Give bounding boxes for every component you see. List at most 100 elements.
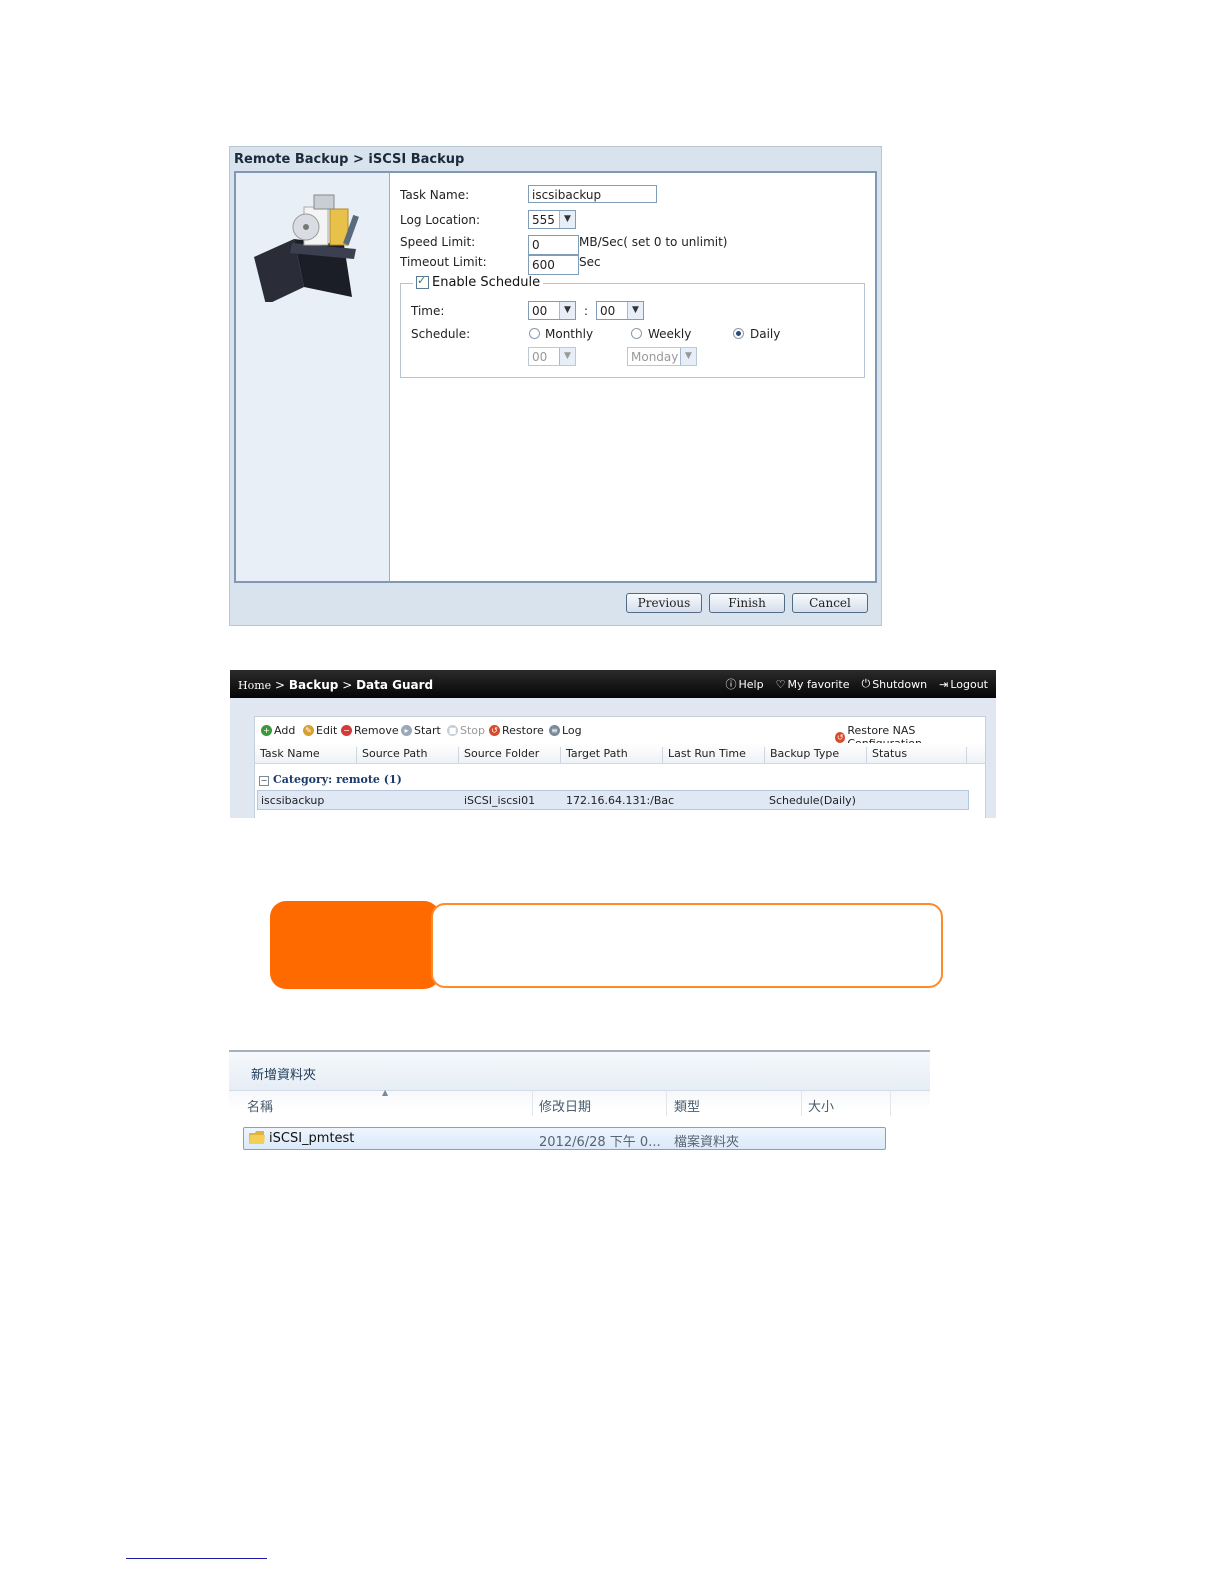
column-header[interactable]: Target Path bbox=[561, 747, 663, 763]
column-header[interactable]: Task Name bbox=[255, 747, 357, 763]
weekly-day-select[interactable]: Monday ▼ bbox=[627, 347, 697, 366]
wizard-form: Task Name: iscsibackup Log Location: 555… bbox=[390, 173, 875, 581]
monthly-day-value: 00 bbox=[532, 350, 548, 364]
column-divider bbox=[666, 1090, 667, 1116]
column-header[interactable]: Source Folder bbox=[459, 747, 561, 763]
chevron-down-icon: ▼ bbox=[559, 211, 575, 228]
column-header-type[interactable]: 類型 bbox=[674, 1096, 700, 1115]
power-icon: ⏻ bbox=[861, 677, 871, 690]
schedule-monthly-radio[interactable] bbox=[529, 328, 540, 339]
grid-header: Task Name Source Path Source Folder Targ… bbox=[255, 743, 985, 764]
file-explorer: 新增資料夾 ▲ 名稱 修改日期 類型 大小 iSCSI_pmtest 2012/… bbox=[229, 1050, 930, 1186]
previous-button[interactable]: Previous bbox=[626, 593, 702, 613]
category-group[interactable]: − Category: remote (1) bbox=[259, 773, 402, 786]
timeout-limit-label: Timeout Limit: bbox=[400, 255, 487, 269]
add-icon: + bbox=[261, 725, 272, 736]
logout-link[interactable]: ⇥ Logout bbox=[939, 676, 988, 692]
time-hour-value: 00 bbox=[532, 304, 548, 318]
stop-button[interactable]: ■ Stop bbox=[447, 724, 485, 737]
time-hour-select[interactable]: 00 ▼ bbox=[528, 301, 576, 320]
logout-icon: ⇥ bbox=[939, 677, 949, 691]
finish-button[interactable]: Finish bbox=[709, 593, 785, 613]
chevron-down-icon: ▼ bbox=[627, 302, 643, 319]
time-minute-value: 00 bbox=[600, 304, 616, 318]
collapse-icon[interactable]: − bbox=[259, 776, 269, 786]
log-button[interactable]: ≡ Log bbox=[549, 724, 582, 737]
speed-limit-input[interactable]: 0 bbox=[528, 235, 579, 255]
add-label: Add bbox=[274, 724, 296, 737]
column-header-size[interactable]: 大小 bbox=[808, 1096, 834, 1115]
file-type: 檔案資料夾 bbox=[674, 1135, 740, 1150]
speed-limit-label: Speed Limit: bbox=[400, 235, 476, 249]
edit-icon: ✎ bbox=[303, 725, 314, 736]
remote-backup-wizard: Remote Backup > iSCSI Backup Task Name: … bbox=[229, 146, 882, 626]
list-item[interactable]: iSCSI_pmtest 2012/6/28 下午 0... 檔案資料夾 bbox=[243, 1127, 886, 1150]
start-icon: ▸ bbox=[401, 725, 412, 736]
enable-schedule-toggle[interactable]: Enable Schedule bbox=[413, 274, 544, 290]
folder-icon bbox=[249, 1131, 265, 1144]
data-guard-panel: Home > Backup > Data Guard ⓘ Help ♡ My fav… bbox=[230, 670, 996, 818]
table-row[interactable]: iscsibackup iSCSI_iscsi01 172.16.64.131:… bbox=[257, 790, 969, 810]
wizard-frame: Task Name: iscsibackup Log Location: 555… bbox=[234, 171, 877, 583]
stop-icon: ■ bbox=[447, 725, 458, 736]
note-box bbox=[431, 903, 943, 988]
column-header-name[interactable]: 名稱 bbox=[247, 1096, 273, 1115]
remove-label: Remove bbox=[354, 724, 399, 737]
cell-backup-type: Schedule(Daily) bbox=[769, 794, 856, 807]
restore-icon: ↺ bbox=[835, 731, 846, 743]
task-name-label: Task Name: bbox=[400, 188, 470, 202]
favorite-label: My favorite bbox=[787, 677, 850, 691]
toolbar: + Add ✎ Edit − Remove ▸ Start ■ Stop ↺ Restore… bbox=[255, 717, 985, 750]
column-header[interactable]: Source Path bbox=[357, 747, 459, 763]
footer-rule bbox=[126, 1558, 267, 1559]
breadcrumb-data-guard: Data Guard bbox=[356, 678, 434, 692]
time-minute-select[interactable]: 00 ▼ bbox=[596, 301, 644, 320]
schedule-weekly-radio[interactable] bbox=[631, 328, 642, 339]
file-modified: 2012/6/28 下午 0... bbox=[539, 1135, 661, 1150]
restore-icon: ↺ bbox=[489, 725, 500, 736]
new-folder-button[interactable]: 新增資料夾 bbox=[251, 1064, 316, 1083]
column-divider bbox=[532, 1090, 533, 1116]
schedule-daily-radio[interactable] bbox=[733, 328, 744, 339]
column-header[interactable]: Backup Type bbox=[765, 747, 867, 763]
breadcrumb-backup[interactable]: Backup bbox=[289, 678, 338, 692]
remove-button[interactable]: − Remove bbox=[341, 724, 399, 737]
schedule-monthly-label: Monthly bbox=[545, 327, 594, 341]
column-divider bbox=[801, 1090, 802, 1116]
logout-label: Logout bbox=[950, 677, 988, 691]
breadcrumb-home[interactable]: Home bbox=[238, 679, 271, 692]
file-name: iSCSI_pmtest bbox=[269, 1131, 355, 1146]
column-header[interactable]: Last Run Time bbox=[663, 747, 765, 763]
restore-button[interactable]: ↺ Restore bbox=[489, 724, 544, 737]
log-location-select[interactable]: 555 ▼ bbox=[528, 210, 576, 229]
note-tag bbox=[270, 901, 440, 989]
cell-source-folder: iSCSI_iscsi01 bbox=[464, 794, 536, 807]
task-name-input[interactable]: iscsibackup bbox=[528, 185, 657, 203]
data-guard-grid: + Add ✎ Edit − Remove ▸ Start ■ Stop ↺ Restore… bbox=[254, 716, 986, 818]
timeout-limit-input[interactable]: 600 bbox=[528, 255, 579, 275]
edit-label: Edit bbox=[316, 724, 338, 737]
cancel-button[interactable]: Cancel bbox=[792, 593, 868, 613]
column-header-modified[interactable]: 修改日期 bbox=[539, 1096, 591, 1115]
restore-label: Restore bbox=[502, 724, 544, 737]
log-icon: ≡ bbox=[549, 725, 560, 736]
monthly-day-select[interactable]: 00 ▼ bbox=[528, 347, 576, 366]
enable-schedule-checkbox[interactable] bbox=[416, 274, 429, 289]
help-link[interactable]: ⓘ Help bbox=[726, 676, 764, 692]
edit-button[interactable]: ✎ Edit bbox=[303, 724, 337, 737]
timeout-limit-unit: Sec bbox=[579, 255, 601, 269]
cell-task-name: iscsibackup bbox=[261, 794, 325, 807]
breadcrumb-separator: > bbox=[274, 678, 286, 692]
sort-ascending-icon: ▲ bbox=[382, 1088, 389, 1097]
chevron-down-icon: ▼ bbox=[559, 348, 575, 365]
backup-box-icon bbox=[254, 194, 359, 302]
start-button[interactable]: ▸ Start bbox=[401, 724, 441, 737]
add-button[interactable]: + Add bbox=[261, 724, 295, 737]
speed-limit-unit: MB/Sec( set 0 to unlimit) bbox=[579, 235, 728, 249]
column-header[interactable]: Status bbox=[867, 747, 967, 763]
log-label: Log bbox=[562, 724, 582, 737]
shutdown-link[interactable]: ⏻ Shutdown bbox=[861, 676, 927, 692]
schedule-fieldset: Enable Schedule Time: 00 ▼ : 00 ▼ Schedu… bbox=[400, 274, 865, 378]
remove-icon: − bbox=[341, 725, 352, 736]
favorite-link[interactable]: ♡ My favorite bbox=[776, 676, 850, 692]
